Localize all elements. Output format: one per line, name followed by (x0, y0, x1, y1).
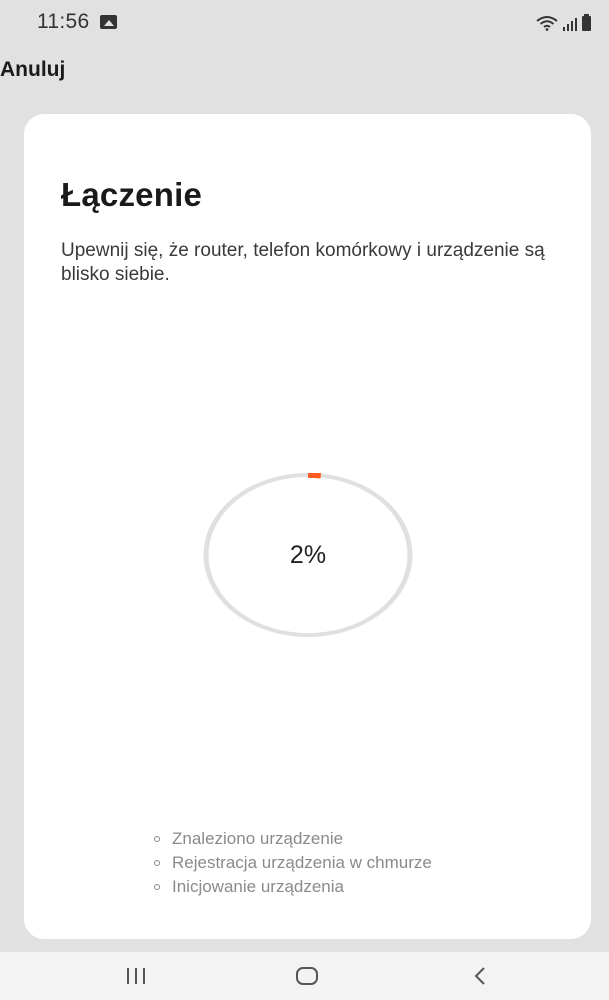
cancel-button[interactable]: Anuluj (0, 58, 65, 82)
step-label: Inicjowanie urządzenia (172, 877, 344, 896)
back-button[interactable] (430, 952, 530, 1000)
instruction-text: Upewnij się, że router, telefon komórkow… (61, 240, 545, 285)
screen: 11:56 Anuluj Łączenie Upewnij się, że ro… (0, 0, 609, 1000)
home-button[interactable] (257, 952, 357, 1000)
image-icon (99, 15, 117, 29)
bullet-icon (154, 884, 160, 890)
connecting-card: Łączenie Upewnij się, że router, telefon… (24, 114, 591, 939)
page-title: Łączenie (61, 176, 202, 213)
status-bar: 11:56 (0, 0, 609, 44)
progress-percent: 2% (289, 540, 327, 569)
battery-icon (582, 14, 591, 31)
status-icons (536, 13, 591, 31)
bullet-icon (154, 860, 160, 866)
home-icon (296, 967, 318, 985)
recent-apps-icon (127, 967, 145, 985)
list-item: Rejestracja urządzenia w chmurze (154, 851, 432, 875)
recent-apps-button[interactable] (86, 952, 186, 1000)
bullet-icon (154, 836, 160, 842)
step-label: Znaleziono urządzenie (172, 829, 344, 848)
list-item: Znaleziono urządzenie (154, 827, 432, 851)
navigation-bar (0, 952, 609, 1000)
wifi-icon (536, 16, 558, 31)
signal-icon (563, 17, 577, 31)
step-label: Rejestracja urządzenia w chmurze (172, 853, 432, 872)
progress-indicator: 2% (202, 473, 414, 637)
back-icon (474, 967, 485, 985)
step-list: Znaleziono urządzenie Rejestracja urządz… (154, 827, 432, 899)
list-item: Inicjowanie urządzenia (154, 875, 432, 899)
status-time: 11:56 (37, 10, 90, 33)
